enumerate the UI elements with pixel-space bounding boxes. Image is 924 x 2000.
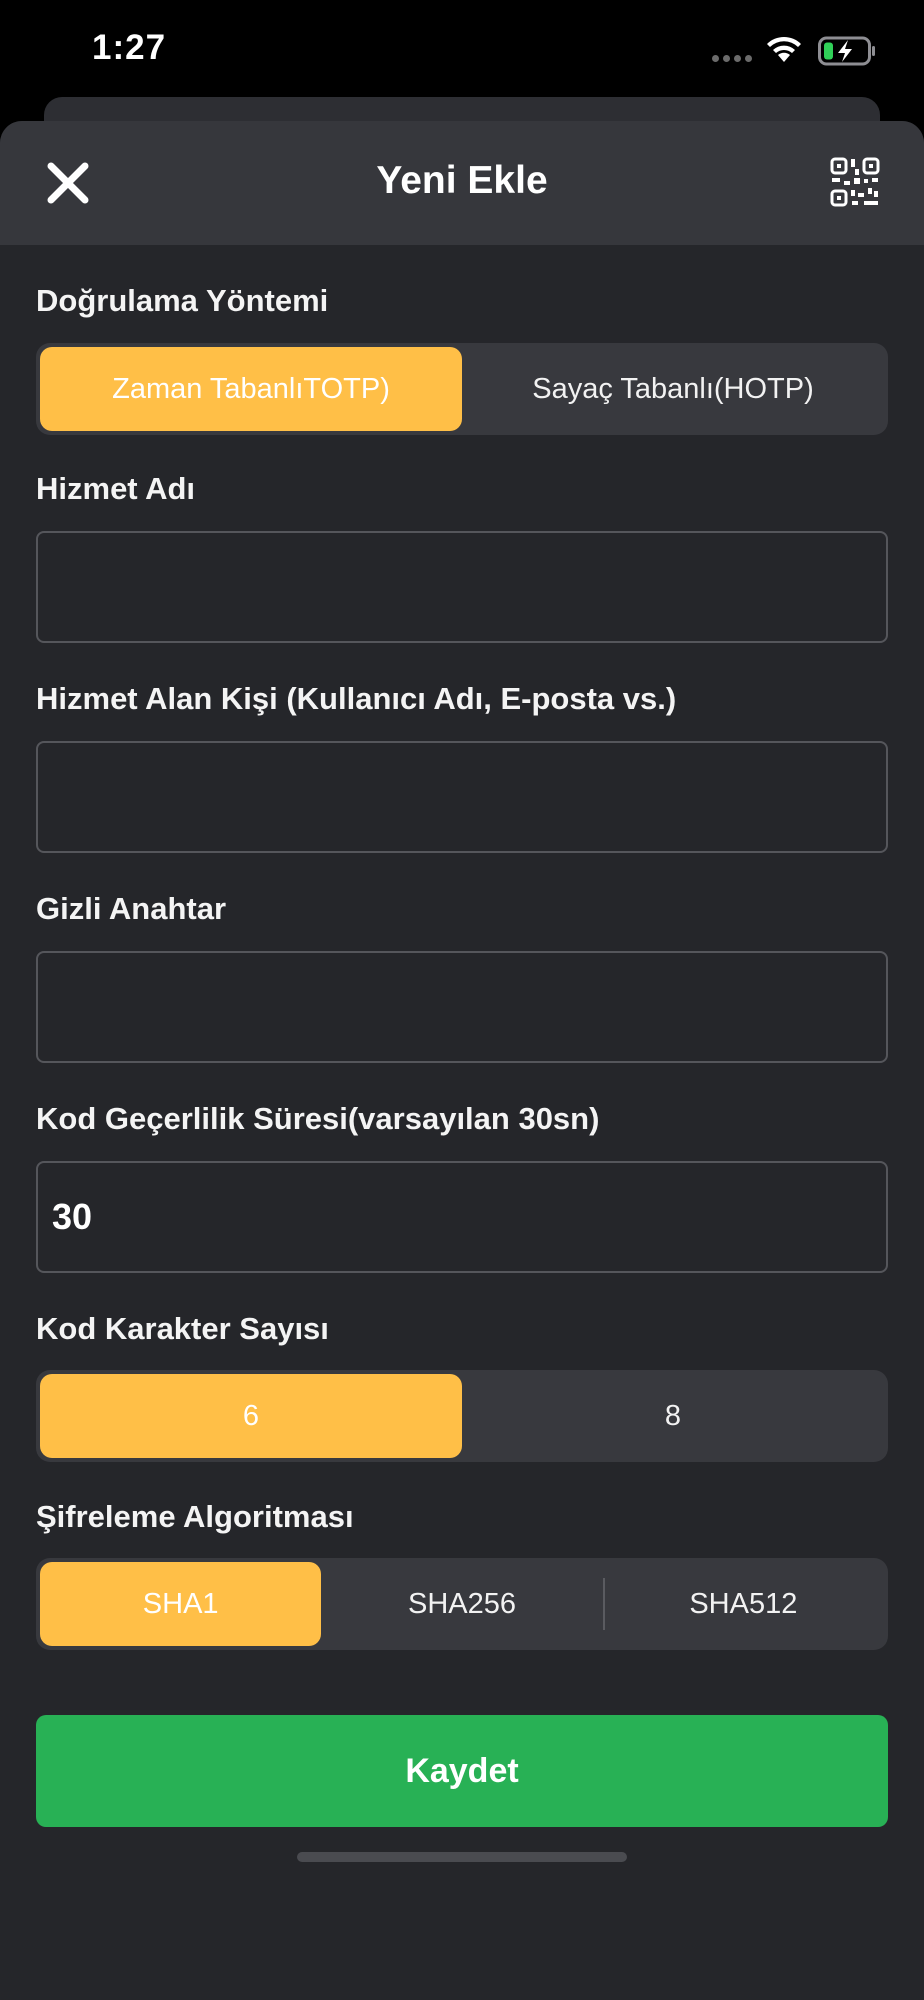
auth-method-label: Doğrulama Yöntemi bbox=[36, 283, 329, 318]
home-indicator bbox=[297, 1852, 627, 1862]
auth-method-segmented-control: Zaman TabanlıTOTP) Sayaç Tabanlı(HOTP) bbox=[36, 343, 888, 435]
algorithm-segmented-control: SHA1 SHA256 SHA512 bbox=[36, 1558, 888, 1650]
qr-code-icon[interactable] bbox=[830, 157, 880, 207]
digits-segmented-control: 6 8 bbox=[36, 1370, 888, 1462]
segment-totp[interactable]: Zaman TabanlıTOTP) bbox=[40, 347, 462, 431]
period-label: Kod Geçerlilik Süresi(varsayılan 30sn) bbox=[36, 1101, 600, 1136]
segment-sha1[interactable]: SHA1 bbox=[40, 1562, 322, 1646]
account-label: Hizmet Alan Kişi (Kullanıcı Adı, E-posta… bbox=[36, 681, 677, 716]
secret-key-input[interactable] bbox=[36, 951, 888, 1063]
status-time: 1:27 bbox=[92, 28, 167, 67]
page-title: Yeni Ekle bbox=[376, 159, 548, 202]
wifi-icon bbox=[767, 36, 801, 62]
nav-bar: Yeni Ekle bbox=[0, 121, 924, 245]
algorithm-label: Şifreleme Algoritması bbox=[36, 1499, 354, 1534]
segment-sha256[interactable]: SHA256 bbox=[321, 1562, 602, 1646]
segment-digits-6[interactable]: 6 bbox=[40, 1374, 462, 1458]
secret-key-label: Gizli Anahtar bbox=[36, 891, 227, 926]
service-name-label: Hizmet Adı bbox=[36, 471, 196, 506]
digits-label: Kod Karakter Sayısı bbox=[36, 1311, 329, 1346]
signal-icon bbox=[712, 55, 752, 62]
add-new-sheet: Yeni Ekle Doğrulama Yöntemi Zaman Tabanl… bbox=[0, 121, 924, 2000]
period-input[interactable]: 30 bbox=[36, 1161, 888, 1273]
segment-sha512[interactable]: SHA512 bbox=[602, 1562, 884, 1646]
battery-charging-icon bbox=[818, 36, 875, 66]
service-name-input[interactable] bbox=[36, 531, 888, 643]
segment-digits-8[interactable]: 8 bbox=[462, 1374, 884, 1458]
status-bar: 1:27 bbox=[0, 0, 924, 100]
save-button[interactable]: Kaydet bbox=[36, 1715, 888, 1827]
account-input[interactable] bbox=[36, 741, 888, 853]
segment-hotp[interactable]: Sayaç Tabanlı(HOTP) bbox=[462, 347, 884, 431]
